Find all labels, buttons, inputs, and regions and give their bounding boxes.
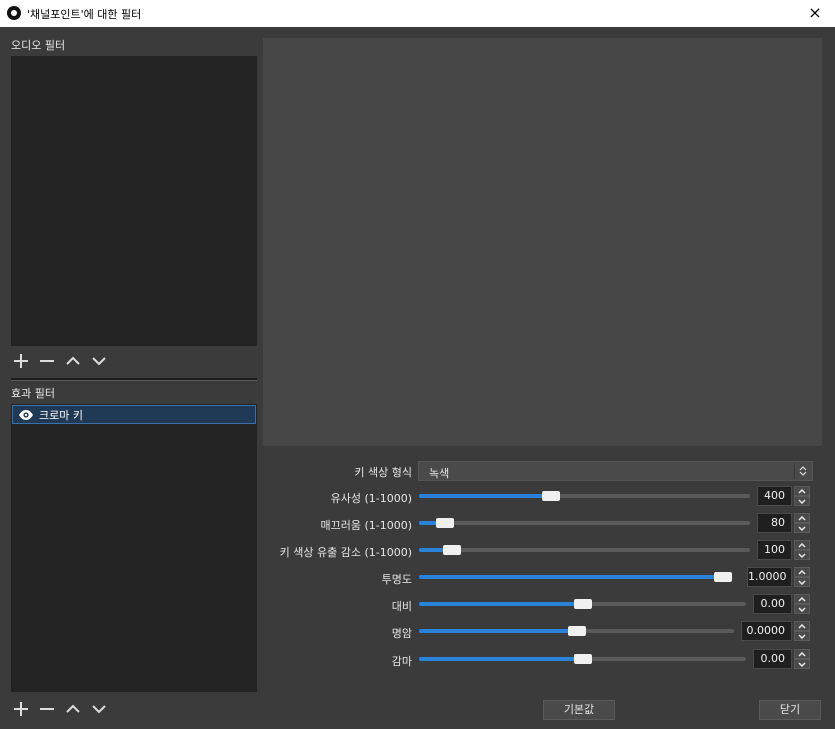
spill-reduction-label: 키 색상 유출 감소 (1-1000) <box>279 546 412 559</box>
chevron-up-icon <box>66 704 80 713</box>
audio-filters-list[interactable] <box>11 56 257 346</box>
remove-audio-filter-button[interactable] <box>35 350 59 372</box>
decrement-button[interactable] <box>794 659 810 669</box>
decrement-button[interactable] <box>794 631 810 641</box>
key-color-type-select[interactable]: 녹색 <box>418 461 813 481</box>
key-color-type-label: 키 색상 형식 <box>354 466 412 479</box>
decrement-button[interactable] <box>794 523 810 533</box>
contrast-value[interactable]: 0.00 <box>753 594 792 614</box>
opacity-value[interactable]: 1.0000 <box>747 567 792 587</box>
decrement-button[interactable] <box>794 496 810 506</box>
chevron-up-icon <box>66 356 80 365</box>
add-audio-filter-button[interactable] <box>9 350 33 372</box>
spill-reduction-slider[interactable] <box>419 541 750 559</box>
effect-filters-list[interactable] <box>11 404 257 692</box>
filter-name: 크로마 키 <box>39 408 83 422</box>
gamma-spinbox[interactable]: 0.00 <box>753 649 810 669</box>
increment-button[interactable] <box>794 649 810 659</box>
decrement-button[interactable] <box>794 577 810 587</box>
close-button[interactable]: 닫기 <box>759 700 821 720</box>
list-item-chroma-key[interactable]: 크로마 키 <box>12 405 256 424</box>
move-audio-filter-down-button[interactable] <box>87 350 111 372</box>
minus-icon <box>40 708 54 710</box>
decrement-button[interactable] <box>794 604 810 614</box>
slider-handle[interactable] <box>436 518 455 528</box>
increment-button[interactable] <box>794 594 810 604</box>
smoothness-slider[interactable] <box>419 514 750 532</box>
increment-button[interactable] <box>794 513 810 523</box>
spill-reduction-spinbox[interactable]: 100 <box>757 540 810 560</box>
smoothness-value[interactable]: 80 <box>757 513 792 533</box>
similarity-value[interactable]: 400 <box>757 486 792 506</box>
chevron-down-icon <box>92 705 106 714</box>
gamma-label: 감마 <box>391 655 412 668</box>
similarity-spinbox[interactable]: 400 <box>757 486 810 506</box>
increment-button[interactable] <box>794 621 810 631</box>
effect-filter-controls <box>9 698 111 720</box>
opacity-label: 투명도 <box>381 573 412 586</box>
defaults-button[interactable]: 기본값 <box>543 700 615 720</box>
audio-filters-label: 오디오 필터 <box>11 39 66 52</box>
splitter-handle[interactable] <box>11 378 257 381</box>
close-window-button[interactable]: × <box>795 0 835 27</box>
plus-icon <box>14 354 28 368</box>
chevron-down-icon <box>92 357 106 366</box>
contrast-spinbox[interactable]: 0.00 <box>753 594 810 614</box>
spill-reduction-value[interactable]: 100 <box>757 540 792 560</box>
filter-preview <box>263 38 822 446</box>
similarity-slider[interactable] <box>419 487 750 505</box>
window-title: '채널포인트'에 대한 필터 <box>27 8 142 21</box>
key-color-type-value: 녹색 <box>429 467 450 480</box>
slider-handle[interactable] <box>443 545 462 555</box>
slider-handle[interactable] <box>567 626 586 636</box>
contrast-label: 대비 <box>391 600 412 613</box>
move-audio-filter-up-button[interactable] <box>61 350 85 372</box>
increment-button[interactable] <box>794 540 810 550</box>
slider-handle[interactable] <box>714 572 732 582</box>
obs-logo-icon <box>7 6 21 20</box>
add-effect-filter-button[interactable] <box>9 698 33 720</box>
eye-icon[interactable] <box>18 409 34 421</box>
opacity-slider[interactable] <box>419 568 732 586</box>
brightness-spinbox[interactable]: 0.0000 <box>741 621 810 641</box>
gamma-slider[interactable] <box>419 650 746 668</box>
gamma-value[interactable]: 0.00 <box>753 649 792 669</box>
decrement-button[interactable] <box>794 550 810 560</box>
move-effect-filter-up-button[interactable] <box>61 698 85 720</box>
effect-filters-label: 효과 필터 <box>11 387 55 400</box>
slider-handle[interactable] <box>573 599 592 609</box>
increment-button[interactable] <box>794 567 810 577</box>
increment-button[interactable] <box>794 486 810 496</box>
minus-icon <box>40 360 54 362</box>
audio-filter-controls <box>9 350 111 372</box>
updown-icon <box>794 463 811 479</box>
opacity-spinbox[interactable]: 1.0000 <box>747 567 810 587</box>
remove-effect-filter-button[interactable] <box>35 698 59 720</box>
contrast-slider[interactable] <box>419 595 746 613</box>
similarity-label: 유사성 (1-1000) <box>330 492 412 505</box>
title-bar: '채널포인트'에 대한 필터 × <box>0 0 835 27</box>
move-effect-filter-down-button[interactable] <box>87 698 111 720</box>
smoothness-label: 매끄러움 (1-1000) <box>320 519 412 532</box>
brightness-slider[interactable] <box>419 622 734 640</box>
smoothness-spinbox[interactable]: 80 <box>757 513 810 533</box>
plus-icon <box>14 702 28 716</box>
brightness-value[interactable]: 0.0000 <box>741 621 792 641</box>
slider-handle[interactable] <box>542 491 561 501</box>
brightness-label: 명암 <box>391 627 412 640</box>
slider-handle[interactable] <box>573 654 592 664</box>
